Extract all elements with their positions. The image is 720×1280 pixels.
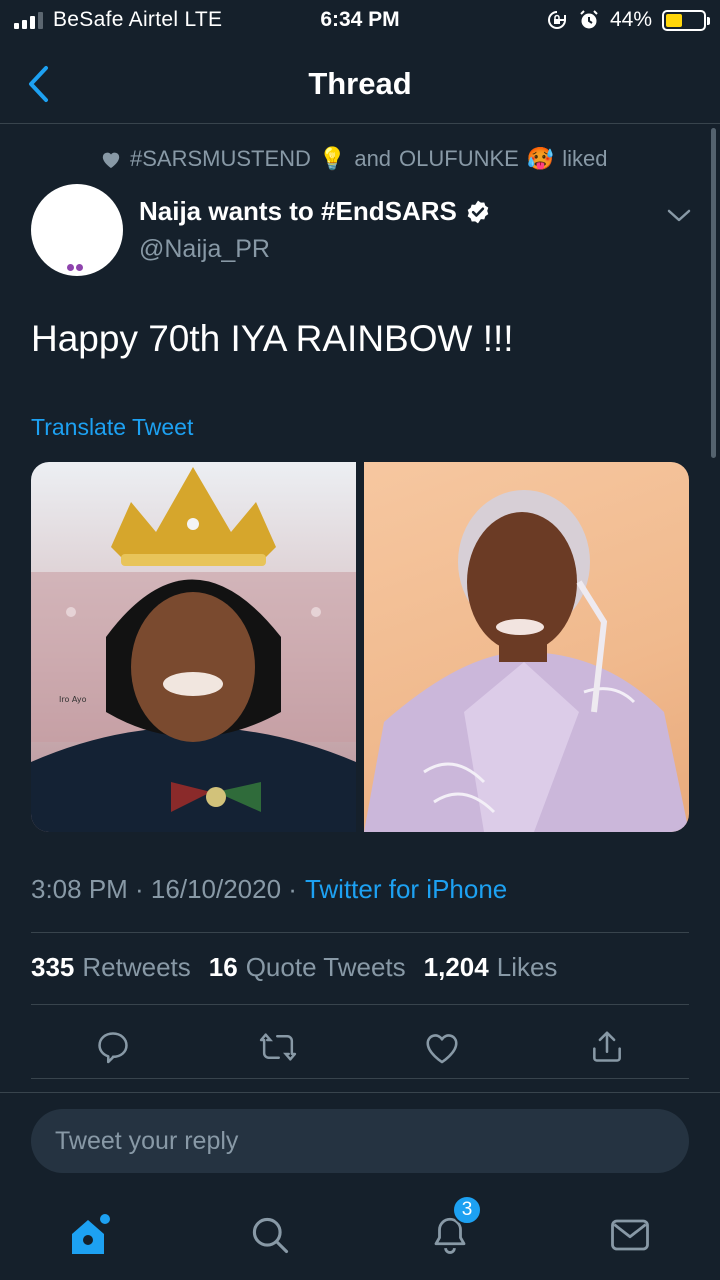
tab-messages[interactable] [600, 1205, 660, 1265]
tab-bar: 3 [0, 1190, 720, 1280]
divider [31, 1004, 689, 1005]
tweet-timestamp: 3:08 PM · 16/10/2020 · [31, 874, 297, 904]
retweets-label: Retweets [82, 952, 191, 982]
avatar[interactable] [31, 184, 123, 276]
scroll-indicator [711, 128, 716, 458]
retweets-stat[interactable]: 335 Retweets [31, 952, 191, 983]
photo-woman-lilac-suit[interactable] [364, 462, 689, 832]
more-options-button[interactable] [664, 200, 694, 230]
reply-input[interactable] [31, 1109, 689, 1173]
hot-face-emoji: 🥵 [526, 146, 555, 171]
mail-icon [611, 1219, 649, 1251]
rotation-lock-icon [548, 11, 566, 29]
quote-tweets-label: Quote Tweets [245, 952, 406, 982]
signal-icon [14, 11, 43, 29]
alarm-icon [580, 10, 598, 29]
author-handle[interactable]: @Naija_PR [139, 235, 491, 264]
liker-name-2: OLUFUNKE [399, 146, 519, 171]
social-context-connector: and [354, 146, 392, 171]
status-bar: BeSafe Airtel LTE 6:34 PM 44% [0, 0, 720, 40]
battery-percent: 44% [609, 8, 652, 31]
retweet-button[interactable] [258, 1027, 298, 1067]
heart-outline-icon [426, 1034, 458, 1064]
share-button[interactable] [587, 1027, 627, 1067]
tweet-source-link[interactable]: Twitter for iPhone [305, 874, 507, 905]
chevron-left-icon [29, 66, 48, 102]
tweet-media[interactable]: Iro Ayo [31, 462, 689, 832]
reply-icon [98, 1032, 128, 1064]
tweet-text: Happy 70th IYA RAINBOW !!! [31, 318, 514, 359]
quote-tweets-count: 16 [208, 952, 238, 982]
tab-notifications[interactable]: 3 [420, 1195, 482, 1265]
liker-name-1: #SARSMUSTEND [130, 146, 311, 171]
back-button[interactable] [20, 62, 56, 106]
home-icon [72, 1214, 110, 1254]
likes-count: 1,204 [423, 952, 489, 982]
carrier-label: BeSafe Airtel LTE [53, 8, 223, 31]
lightbulb-emoji: 💡 [318, 146, 347, 171]
divider [31, 932, 689, 933]
reply-area [0, 1092, 720, 1188]
svg-text:Iro Ayo: Iro Ayo [59, 695, 87, 704]
photo-crowned-woman[interactable]: Iro Ayo [31, 462, 356, 832]
heart-icon [102, 152, 120, 169]
reply-button[interactable] [93, 1027, 133, 1067]
translate-tweet-link[interactable]: Translate Tweet [31, 414, 193, 441]
avatar-logo [67, 264, 83, 271]
verified-badge-icon [467, 200, 489, 223]
share-icon [592, 1031, 621, 1062]
tab-search[interactable] [240, 1205, 300, 1265]
nav-bar: Thread [0, 44, 720, 124]
likes-label: Likes [496, 952, 558, 982]
retweets-count: 335 [31, 952, 75, 982]
search-icon [252, 1217, 289, 1254]
tab-home[interactable] [60, 1205, 120, 1265]
like-button[interactable] [422, 1027, 462, 1067]
notifications-badge: 3 [452, 1195, 482, 1225]
author-block[interactable]: Naija wants to #EndSARS @Naija_PR [139, 196, 491, 264]
divider [31, 1078, 689, 1079]
tweet-meta: 3:08 PM · 16/10/2020 · Twitter for iPhon… [31, 874, 507, 905]
likes-stat[interactable]: 1,204 Likes [424, 952, 558, 983]
tweet-actions [31, 1020, 689, 1074]
tweet-stats: 335 Retweets 16 Quote Tweets 1,204 Likes [31, 952, 557, 983]
chevron-down-icon [667, 209, 691, 222]
social-context[interactable]: #SARSMUSTEND 💡 and OLUFUNKE 🥵 liked [100, 146, 608, 172]
woman-lilac-suit-illustration [364, 490, 689, 832]
crowned-woman-illustration: Iro Ayo [31, 467, 356, 832]
social-context-suffix: liked [562, 146, 608, 171]
retweet-icon [259, 1033, 296, 1061]
page-title: Thread [308, 65, 412, 101]
quote-tweets-stat[interactable]: 16 Quote Tweets [209, 952, 406, 983]
battery-charging-icon [662, 9, 710, 31]
author-name[interactable]: Naija wants to #EndSARS [139, 196, 457, 227]
